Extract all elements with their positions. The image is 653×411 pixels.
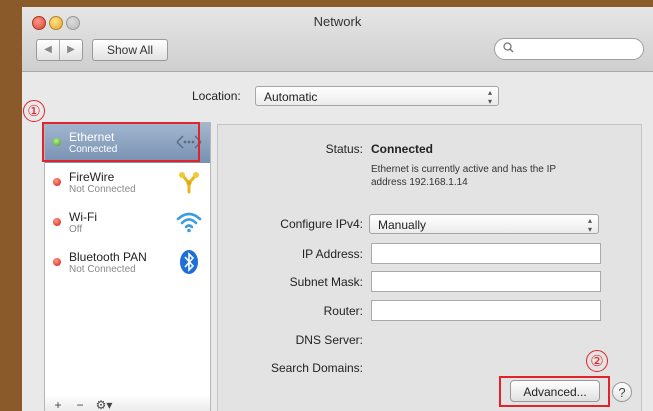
back-button[interactable]: ◀ <box>37 40 60 60</box>
annotation-highlight-ethernet <box>42 122 200 162</box>
service-list-toolbar: + − ⚙▾ <box>44 395 211 411</box>
window-title: Network <box>313 14 362 29</box>
configure-ipv4-label: Configure IPv4: <box>280 217 363 231</box>
updown-arrows-icon: ▴ ▾ <box>587 216 592 234</box>
service-status: Not Connected <box>69 184 136 195</box>
configure-ipv4-select[interactable]: Manually ▴ ▾ <box>369 214 599 234</box>
service-item-bluetooth-pan[interactable]: Bluetooth PAN Not Connected <box>45 243 210 283</box>
wifi-icon <box>176 209 202 235</box>
gear-action-menu[interactable]: ⚙▾ <box>91 397 117 411</box>
service-item-firewire[interactable]: FireWire Not Connected <box>45 163 210 203</box>
service-name: Wi-Fi <box>69 210 97 224</box>
forward-button[interactable]: ▶ <box>60 40 82 60</box>
subnet-mask-label: Subnet Mask: <box>289 275 363 289</box>
firewire-icon <box>176 169 202 195</box>
dns-server-label: DNS Server: <box>295 333 363 347</box>
help-button[interactable]: ? <box>612 382 632 402</box>
configure-ipv4-value: Manually <box>378 218 427 232</box>
status-label: Status: <box>325 142 363 156</box>
service-status: Not Connected <box>69 264 136 275</box>
back-forward-control: ◀ ▶ <box>36 39 83 61</box>
show-all-button[interactable]: Show All <box>92 39 168 61</box>
location-value: Automatic <box>264 90 318 104</box>
updown-arrows-icon: ▴ ▾ <box>487 88 492 106</box>
service-list: Ethernet Connected FireWire Not Connecte… <box>44 122 211 396</box>
service-status: Off <box>69 224 83 235</box>
status-dot-icon <box>53 258 61 266</box>
annotation-marker-2: ② <box>586 350 608 372</box>
status-value: Connected <box>371 142 434 156</box>
search-icon <box>503 42 514 56</box>
router-label: Router: <box>323 304 363 318</box>
advanced-button[interactable]: Advanced... <box>510 380 600 402</box>
status-dot-icon <box>53 178 61 186</box>
service-name: Bluetooth PAN <box>69 250 147 264</box>
search-input[interactable] <box>494 38 644 60</box>
add-service-button[interactable]: + <box>49 397 67 411</box>
ip-address-field[interactable] <box>371 243 601 264</box>
service-item-wifi[interactable]: Wi-Fi Off <box>45 203 210 243</box>
annotation-marker-1: ① <box>23 100 45 122</box>
ip-address-label: IP Address: <box>301 247 363 261</box>
network-preferences-window: Network ◀ ▶ Show All Location: Automatic… <box>22 7 653 411</box>
status-description: Ethernet is currently active and has the… <box>371 164 556 188</box>
search-domains-label: Search Domains: <box>270 361 363 375</box>
bluetooth-icon <box>176 249 202 275</box>
service-name: FireWire <box>69 170 115 184</box>
remove-service-button[interactable]: − <box>71 397 89 411</box>
router-field[interactable] <box>371 300 601 321</box>
location-label: Location: <box>192 89 241 103</box>
status-dot-icon <box>53 218 61 226</box>
title-bar: Network ◀ ▶ Show All <box>22 7 653 72</box>
location-select[interactable]: Automatic ▴ ▾ <box>255 86 499 106</box>
subnet-mask-field[interactable] <box>371 271 601 292</box>
